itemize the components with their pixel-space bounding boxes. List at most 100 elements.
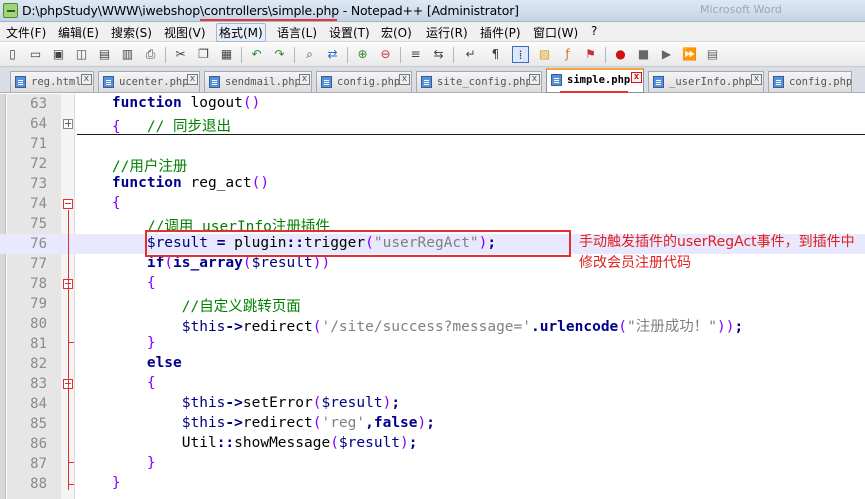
copy-icon[interactable]: ❐ (195, 46, 212, 63)
code-line: 73 function reg_act() (0, 174, 865, 194)
toolbar-separator (400, 47, 401, 63)
tab-site-config-php[interactable]: site_config.php x (416, 71, 542, 92)
line-number: 74 (30, 196, 47, 212)
tab-reg-html[interactable]: reg.html x (10, 71, 94, 92)
sync-vertical-icon[interactable]: ≡ (407, 46, 424, 63)
toolbar: ▯ ▭ ▣ ◫ ▤ ▥ ⎙ ✂ ❐ ▦ ↶ ↷ ⌕ ⇄ ⊕ ⊖ ≡ ⇆ ↵ ¶ … (0, 43, 865, 67)
save-icon[interactable]: ▣ (50, 46, 67, 63)
tab-sendmail-php[interactable]: sendmail.php x (204, 71, 312, 92)
code-line: 64 { // 同步退出 (0, 114, 865, 135)
show-all-chars-icon[interactable]: ¶ (487, 46, 504, 63)
save-macro-icon[interactable]: ▤ (704, 46, 721, 63)
zoom-out-icon[interactable]: ⊖ (377, 46, 394, 63)
fold-guide-line (68, 390, 69, 462)
file-icon (551, 74, 562, 86)
code-text: //自定义跳转页面 (181, 299, 301, 315)
close-all-icon[interactable]: ▥ (119, 46, 136, 63)
fold-expand-icon[interactable] (63, 119, 73, 129)
menu-macro[interactable]: 宏(O) (381, 24, 412, 41)
tab-config-php[interactable]: config.php x (316, 71, 412, 92)
tab-userinfo-php[interactable]: _userInfo.php x (648, 71, 764, 92)
line-number: 87 (30, 456, 47, 472)
menu-view[interactable]: 视图(V) (164, 24, 206, 41)
tab-simple-php[interactable]: simple.php x (546, 68, 644, 93)
menu-file[interactable]: 文件(F) (6, 24, 46, 41)
fold-end-marker (68, 484, 74, 485)
file-icon (15, 76, 26, 88)
tab-label: config.php (789, 76, 853, 88)
menu-window[interactable]: 窗口(W) (533, 24, 578, 41)
line-number: 83 (30, 376, 47, 392)
new-file-icon[interactable]: ▯ (4, 46, 21, 63)
tab-label: reg.html (31, 76, 82, 88)
line-number: 86 (30, 436, 47, 452)
toolbar-separator (294, 47, 295, 63)
toolbar-separator (453, 47, 454, 63)
code-text: } (146, 455, 156, 471)
code-line: 83 { (0, 374, 865, 394)
code-line: 80 $this->redirect('/site/success?messag… (0, 314, 865, 335)
code-text: else (146, 355, 182, 371)
tab-label: _userInfo.php (669, 76, 752, 88)
close-tab-icon[interactable]: x (399, 74, 410, 85)
close-tab-icon[interactable]: x (631, 72, 642, 83)
line-number: 88 (30, 476, 47, 492)
code-text: function logout() (111, 95, 261, 111)
zoom-in-icon[interactable]: ⊕ (354, 46, 371, 63)
close-icon[interactable]: ▤ (96, 46, 113, 63)
menu-plugins[interactable]: 插件(P) (480, 24, 521, 41)
menu-search[interactable]: 搜索(S) (111, 24, 152, 41)
file-icon (209, 76, 220, 88)
find-icon[interactable]: ⌕ (301, 46, 318, 63)
close-tab-icon[interactable]: x (299, 74, 310, 85)
code-text: if(is_array($result)) (146, 255, 331, 271)
sync-horizontal-icon[interactable]: ⇆ (430, 46, 447, 63)
stop-record-icon[interactable]: ■ (635, 46, 652, 63)
menu-language[interactable]: 语言(L) (277, 24, 317, 41)
line-number: 63 (30, 96, 47, 112)
close-tab-icon[interactable]: x (751, 74, 762, 85)
paste-icon[interactable]: ▦ (218, 46, 235, 63)
code-text: { // 同步退出 (111, 119, 232, 135)
code-line: 81 } (0, 334, 865, 354)
file-icon (421, 76, 432, 88)
close-tab-icon[interactable]: x (187, 74, 198, 85)
menu-bar: 文件(F) 编辑(E) 搜索(S) 视图(V) 格式(M) 语言(L) 设置(T… (0, 22, 865, 42)
toolbar-separator (347, 47, 348, 63)
play-macro-icon[interactable]: ▶ (658, 46, 675, 63)
line-number: 84 (30, 396, 47, 412)
tab-label: sendmail.php (225, 76, 301, 88)
open-file-icon[interactable]: ▭ (27, 46, 44, 63)
tab-config-php-2[interactable]: config.php (768, 71, 852, 92)
line-number: 77 (30, 256, 47, 272)
record-macro-icon[interactable]: ● (612, 46, 629, 63)
indent-guide-icon[interactable]: ⁞ (512, 46, 529, 63)
doc-map-icon[interactable]: ▨ (536, 46, 553, 63)
save-all-icon[interactable]: ◫ (73, 46, 90, 63)
close-tab-icon[interactable]: x (529, 74, 540, 85)
undo-icon[interactable]: ↶ (248, 46, 265, 63)
folder-workspace-icon[interactable]: ⚑ (582, 46, 599, 63)
menu-settings[interactable]: 设置(T) (329, 24, 370, 41)
code-line: 63 function logout() (0, 94, 865, 114)
file-icon (321, 76, 332, 88)
tab-ucenter-php[interactable]: ucenter.php x (98, 71, 200, 92)
word-wrap-icon[interactable]: ↵ (462, 46, 479, 63)
redo-icon[interactable]: ↷ (271, 46, 288, 63)
menu-help[interactable]: ? (591, 24, 597, 38)
run-macro-multiple-icon[interactable]: ⏩ (681, 46, 698, 63)
menu-format[interactable]: 格式(M) (216, 23, 266, 42)
fold-collapse-icon[interactable] (63, 199, 73, 209)
code-line: 86 Util::showMessage($result); (0, 434, 865, 454)
replace-icon[interactable]: ⇄ (324, 46, 341, 63)
cut-icon[interactable]: ✂ (172, 46, 189, 63)
notepadpp-app-icon[interactable] (3, 3, 18, 18)
line-number: 79 (30, 296, 47, 312)
close-tab-icon[interactable]: x (81, 74, 92, 85)
title-highlight-underline (200, 19, 337, 21)
print-icon[interactable]: ⎙ (142, 46, 159, 63)
function-list-icon[interactable]: ƒ (559, 46, 576, 63)
line-number: 82 (30, 356, 47, 372)
menu-edit[interactable]: 编辑(E) (58, 24, 99, 41)
menu-run[interactable]: 运行(R) (426, 24, 468, 41)
